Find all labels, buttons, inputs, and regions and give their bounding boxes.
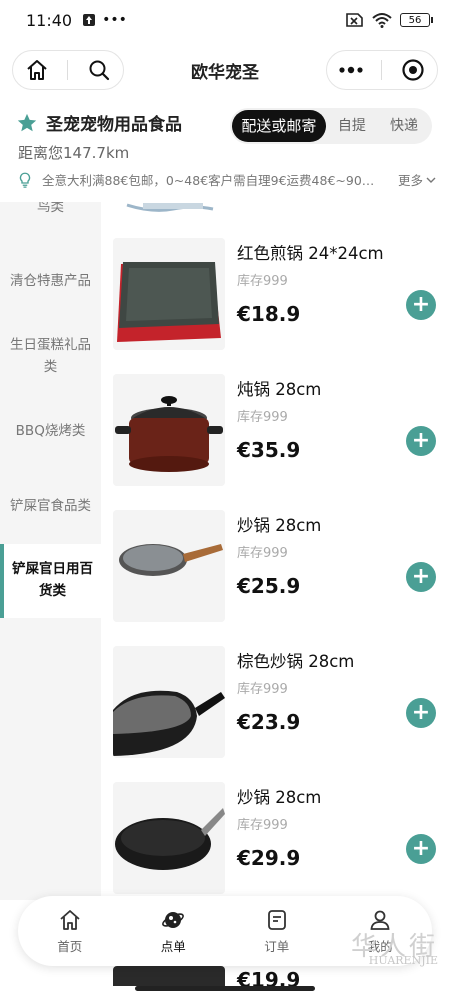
add-to-cart-button[interactable]: + — [406, 834, 436, 864]
add-to-cart-button[interactable]: + — [406, 290, 436, 320]
product-price: €29.9 — [237, 846, 301, 870]
wifi-icon — [372, 13, 392, 28]
stockpot-image — [113, 374, 225, 486]
tab-order-label: 点单 — [160, 938, 186, 954]
star-icon — [17, 113, 37, 131]
promo-more-label: 更多 — [397, 173, 423, 188]
category-sidebar: 鸟类 清仓特惠产品 生日蛋糕礼品类 BBQ烧烤类 铲屎官食品类 铲屎官日用百货类 — [0, 202, 101, 900]
store-name-row[interactable]: 圣宠宠物用品食品 — [16, 110, 182, 135]
chevron-down-icon — [426, 177, 436, 183]
add-to-cart-button[interactable]: + — [406, 698, 436, 728]
promo-bar[interactable]: 全意大利满88€包邮，0~48€客户需自理9€运费48€~90€客户需自理 更多 — [16, 170, 436, 189]
product-stock: 库存999 — [237, 274, 288, 289]
tab-order[interactable]: 点单 — [133, 908, 213, 955]
brown-wok-image — [113, 646, 225, 758]
sidebar-item-clearance[interactable]: 清仓特惠产品 — [0, 270, 101, 292]
add-to-cart-button[interactable]: + — [406, 562, 436, 592]
product-name: 棕色炒锅 28cm — [237, 652, 355, 671]
product-name: 红色煎锅 24*24cm — [237, 244, 384, 263]
upload-notification-icon — [83, 14, 96, 26]
sidebar-item-owner-food[interactable]: 铲屎官食品类 — [0, 495, 101, 517]
more-button[interactable] — [333, 52, 369, 88]
nav-bar: 欧华宠圣 — [0, 48, 450, 92]
product-card[interactable]: 棕色炒锅 28cm 库存999 €23.9 + — [101, 646, 450, 782]
home-icon — [60, 909, 80, 930]
black-wok-image — [113, 782, 225, 894]
product-image — [113, 646, 225, 758]
product-stock: 库存999 — [237, 546, 288, 561]
notification-icons: ••• — [82, 12, 127, 28]
product-list: 红色煎锅 24*24cm 库存999 €18.9 + 炖锅 28cm 库存999… — [101, 202, 450, 900]
more-notifications-icon: ••• — [102, 12, 127, 28]
product-card[interactable]: 炒锅 28cm 库存999 €29.9 + — [101, 782, 450, 900]
product-price: €25.9 — [237, 574, 301, 598]
product-price: €18.9 — [237, 302, 301, 326]
product-card-peek: €19.9 — [101, 966, 450, 1000]
tab-express[interactable]: 快递 — [378, 110, 430, 142]
battery-level: 56 — [408, 14, 422, 26]
product-stock: 库存999 — [237, 818, 288, 833]
lightbulb-icon — [19, 172, 31, 188]
square-pan-image — [113, 238, 225, 350]
battery-icon: 56 — [400, 13, 433, 27]
tab-orders[interactable]: 订单 — [237, 908, 317, 955]
store-header: 圣宠宠物用品食品 距离您147.7km 配送或邮寄 自提 快递 全意大利满88€… — [0, 106, 450, 196]
tab-delivery-or-mail[interactable]: 配送或邮寄 — [232, 110, 326, 142]
receipt-icon — [267, 909, 286, 930]
user-icon — [370, 910, 390, 930]
sidebar-item-birds[interactable]: 鸟类 — [0, 202, 101, 218]
status-time: 11:40 — [26, 10, 73, 30]
watermark-title: 华人街 — [350, 932, 438, 962]
stone-wok-image — [113, 510, 225, 622]
more-dots-icon — [339, 66, 363, 74]
tab-home[interactable]: 首页 — [30, 908, 110, 955]
product-name: 炒锅 28cm — [237, 788, 322, 807]
store-name: 圣宠宠物用品食品 — [46, 115, 182, 135]
close-miniprogram-button[interactable] — [395, 52, 431, 88]
watermark: 华人街 HUARENJIE — [350, 932, 438, 968]
product-card[interactable]: 炖锅 28cm 库存999 €35.9 + — [101, 374, 450, 510]
tab-home-label: 首页 — [57, 938, 83, 954]
store-distance: 距离您147.7km — [18, 144, 130, 162]
product-image — [113, 374, 225, 486]
add-to-cart-button[interactable]: + — [406, 426, 436, 456]
product-image-peek — [113, 966, 225, 986]
product-image-partial — [113, 202, 225, 216]
product-stock: 库存999 — [237, 410, 288, 425]
promo-more-button[interactable]: 更多 — [398, 170, 436, 189]
product-price: €35.9 — [237, 438, 301, 462]
product-image — [113, 238, 225, 350]
target-close-icon — [402, 59, 424, 81]
product-image — [113, 510, 225, 622]
product-image — [113, 782, 225, 894]
tab-orders-label: 订单 — [264, 938, 290, 954]
home-indicator[interactable] — [135, 986, 315, 991]
promo-text: 全意大利满88€包邮，0~48€客户需自理9€运费48€~90€客户需自理 — [42, 173, 377, 188]
sidebar-item-owner-household[interactable]: 铲屎官日用百货类 — [0, 544, 101, 618]
status-bar: 11:40 ••• 56 — [0, 0, 450, 40]
product-card[interactable]: 炒锅 28cm 库存999 €25.9 + — [101, 510, 450, 646]
tab-pickup[interactable]: 自提 — [326, 110, 378, 142]
product-name: 炖锅 28cm — [237, 380, 322, 399]
product-card[interactable]: 红色煎锅 24*24cm 库存999 €18.9 + — [101, 238, 450, 374]
capsule-divider — [381, 60, 383, 80]
sim-x-icon — [346, 13, 363, 27]
product-price: €23.9 — [237, 710, 301, 734]
sidebar-item-birthday-cake[interactable]: 生日蛋糕礼品类 — [0, 334, 101, 378]
product-name: 炒锅 28cm — [237, 516, 322, 535]
sidebar-item-bbq[interactable]: BBQ烧烤类 — [0, 420, 101, 442]
order-planet-icon — [162, 911, 185, 928]
delivery-mode-tabs: 配送或邮寄 自提 快递 — [230, 108, 432, 144]
miniprogram-capsule — [326, 50, 438, 90]
product-stock: 库存999 — [237, 682, 288, 697]
